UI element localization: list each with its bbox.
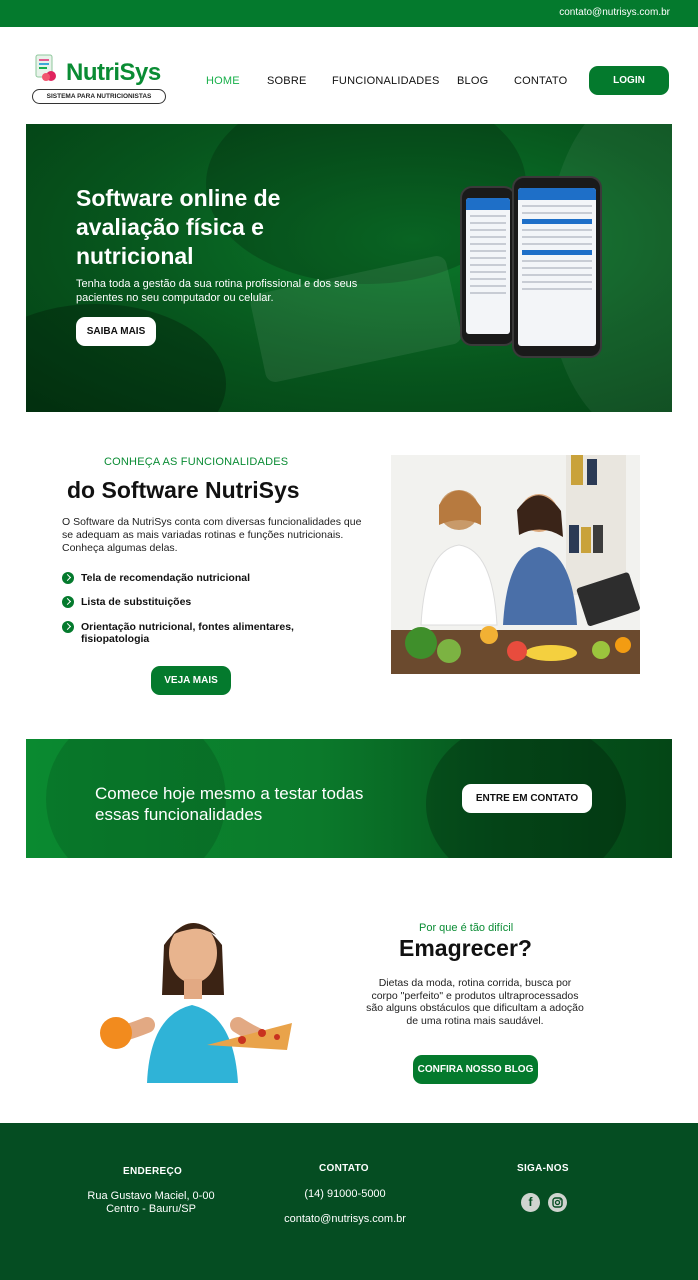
facebook-icon[interactable]: f xyxy=(521,1193,540,1212)
nav-sobre[interactable]: SOBRE xyxy=(267,75,307,87)
feature-item: Tela de recomendação nutricional xyxy=(62,572,332,584)
woman-illustration xyxy=(100,923,292,1083)
entre-em-contato-button[interactable]: ENTRE EM CONTATO xyxy=(462,784,592,813)
footer-address-line2: Centro - Bauru/SP xyxy=(106,1203,196,1215)
logo[interactable]: NutriSys SISTEMA PARA NUTRICIONISTAS xyxy=(30,51,168,107)
logo-name: NutriSys xyxy=(66,59,161,86)
features-description: O Software da NutriSys conta com diversa… xyxy=(62,516,362,554)
cta-banner: Comece hoje mesmo a testar todas essas f… xyxy=(26,739,672,858)
site-footer: ENDEREÇO Rua Gustavo Maciel, 0-00 Centro… xyxy=(0,1123,698,1280)
site-header: NutriSys SISTEMA PARA NUTRICIONISTAS HOM… xyxy=(0,27,698,124)
top-bar: contato@nutrisys.com.br xyxy=(0,0,698,27)
phone-mockup-back xyxy=(460,186,516,346)
footer-phone[interactable]: (14) 91000-5000 xyxy=(275,1188,415,1201)
topbar-email-link[interactable]: contato@nutrisys.com.br xyxy=(559,7,670,18)
nutritionist-photo xyxy=(391,455,640,674)
footer-address-line1: Rua Gustavo Maciel, 0-00 xyxy=(87,1190,215,1202)
feature-label: Tela de recomendação nutricional xyxy=(81,572,251,584)
woman-photo xyxy=(92,905,297,1083)
why-description: Dietas da moda, rotina corrida, busca po… xyxy=(366,977,584,1027)
nav-funcionalidades[interactable]: FUNCIONALIDADES xyxy=(332,75,440,87)
footer-contact-heading: CONTATO xyxy=(319,1163,369,1174)
logo-icon xyxy=(35,54,56,81)
feature-label: Lista de substituições xyxy=(81,596,192,608)
veja-mais-button[interactable]: VEJA MAIS xyxy=(151,666,231,695)
cta-text: Comece hoje mesmo a testar todas essas f… xyxy=(95,784,364,824)
laptop-silhouette xyxy=(248,254,464,384)
footer-address-heading: ENDEREÇO xyxy=(123,1166,183,1177)
why-title: Emagrecer? xyxy=(399,935,532,961)
nav-home[interactable]: HOME xyxy=(206,75,240,87)
features-title: do Software NutriSys xyxy=(67,477,300,503)
nutritionist-illustration xyxy=(391,455,640,674)
login-button[interactable]: LOGIN xyxy=(589,66,669,95)
saiba-mais-button[interactable]: SAIBA MAIS xyxy=(76,317,156,346)
phone-screen xyxy=(518,188,596,346)
instagram-icon[interactable] xyxy=(548,1193,567,1212)
check-icon xyxy=(62,572,74,584)
hero-title: Software online de avaliação física e nu… xyxy=(76,185,281,269)
feature-item: Lista de substituições xyxy=(62,596,332,608)
feature-item: Orientação nutricional, fontes alimentar… xyxy=(62,621,332,645)
nav-contato[interactable]: CONTATO xyxy=(514,75,567,87)
logo-tagline: SISTEMA PARA NUTRICIONISTAS xyxy=(32,89,166,104)
footer-email[interactable]: contato@nutrisys.com.br xyxy=(270,1213,420,1226)
nav-blog[interactable]: BLOG xyxy=(457,75,488,87)
hero-banner: Software online de avaliação física e nu… xyxy=(26,124,672,412)
check-icon xyxy=(62,621,74,633)
phone-mockup-front xyxy=(512,176,602,358)
confira-nosso-blog-button[interactable]: CONFIRA NOSSO BLOG xyxy=(413,1055,538,1084)
phone-screen xyxy=(466,198,510,334)
hero-subtitle: Tenha toda a gestão da sua rotina profis… xyxy=(76,278,358,304)
check-icon xyxy=(62,596,74,608)
footer-social-heading: SIGA-NOS xyxy=(517,1163,569,1174)
instagram-glyph xyxy=(552,1197,563,1208)
why-kicker: Por que é tão difícil xyxy=(419,922,514,934)
feature-label: Orientação nutricional, fontes alimentar… xyxy=(81,621,294,645)
features-kicker: CONHEÇA AS FUNCIONALIDADES xyxy=(104,456,289,468)
